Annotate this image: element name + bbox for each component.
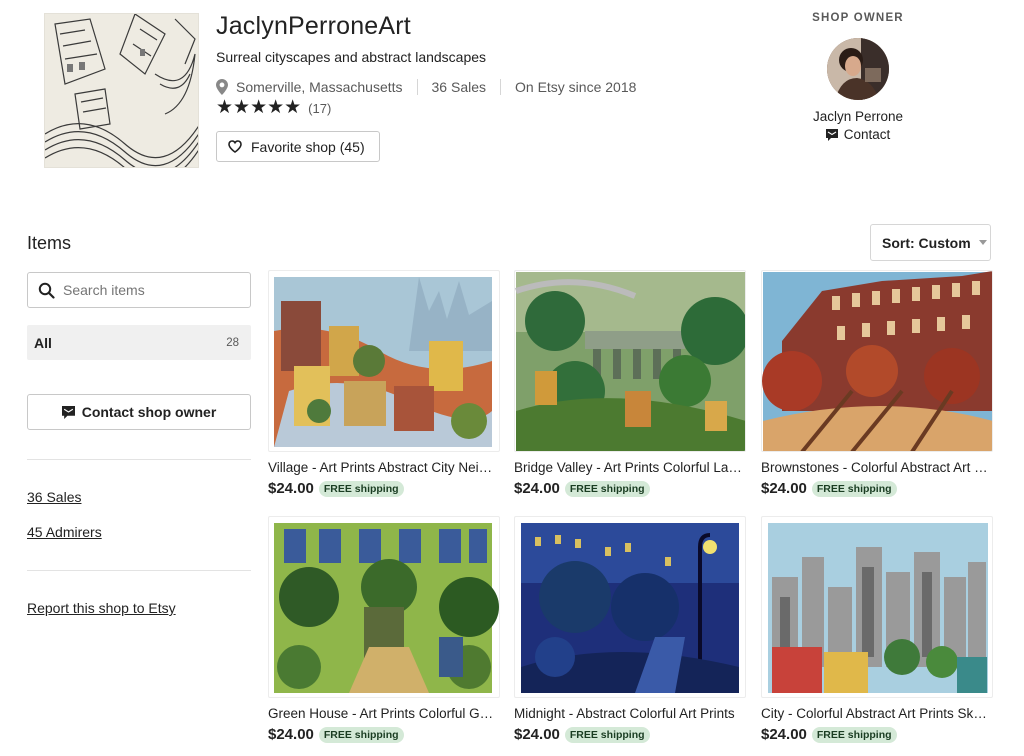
heart-icon [228,140,242,153]
search-icon [38,282,55,299]
shop-owner-label: SHOP OWNER [812,12,904,24]
listing-price-row: $24.00 FREE shipping [268,480,500,497]
shop-name: JaclynPerroneArt [216,12,411,40]
free-shipping-badge: FREE shipping [564,726,650,743]
shop-since: On Etsy since 2018 [515,79,637,95]
listing-title[interactable]: Midnight - Abstract Colorful Art Prints [514,706,742,721]
message-icon [825,128,838,141]
listing-price: $24.00 [514,480,560,497]
owner-name[interactable]: Jaclyn Perrone [780,109,936,124]
shop-sales-count[interactable]: 36 Sales [432,79,486,95]
shop-logo[interactable] [44,13,199,168]
map-pin-icon [216,79,228,95]
category-all[interactable]: All 28 [27,325,251,360]
owner-contact-label: Contact [843,127,891,142]
listing-image[interactable] [514,270,746,452]
listing-price-row: $24.00 FREE shipping [761,726,993,743]
meta-divider [500,79,501,95]
shop-rating[interactable]: ★★★★★ (17) [216,98,331,118]
free-shipping-badge: FREE shipping [564,480,650,497]
sort-label: Sort: Custom [882,234,971,251]
category-all-count: 28 [226,336,239,349]
listing-price-row: $24.00 FREE shipping [761,480,993,497]
items-heading: Items [27,233,72,253]
midnight-artwork-icon [521,523,739,693]
contact-shop-owner-label: Contact shop owner [81,404,217,420]
listing-title[interactable]: Green House - Art Prints Colorful Garden [268,706,496,721]
listing-image[interactable] [514,516,746,698]
sidebar-divider [27,570,251,571]
listing-title[interactable]: Bridge Valley - Art Prints Colorful Land… [514,460,742,475]
listing-image[interactable] [268,516,500,698]
shop-tagline: Surreal cityscapes and abstract landscap… [216,49,487,65]
favorite-shop-button[interactable]: Favorite shop (45) [216,131,380,162]
listing-card[interactable]: Green House - Art Prints Colorful Garden… [268,516,500,743]
listing-price: $24.00 [761,480,807,497]
shop-location: Somerville, Massachusetts [236,79,403,95]
owner-contact-link[interactable]: Contact [780,127,936,142]
category-all-label: All [34,334,52,351]
meta-divider [416,79,418,95]
village-artwork-icon [274,277,492,447]
admirers-link[interactable]: 45 Admirers [27,524,102,540]
bridge-valley-artwork-icon [515,272,745,451]
shop-header: JaclynPerroneArt Surreal cityscapes and … [0,0,1024,200]
shop-logo-artwork-icon [45,14,198,167]
search-items-input[interactable] [63,282,233,298]
listing-price: $24.00 [268,726,314,743]
listing-card[interactable]: Bridge Valley - Art Prints Colorful Land… [514,270,746,497]
sidebar-divider [27,459,251,460]
listing-price-row: $24.00 FREE shipping [268,726,500,743]
listing-price-row: $24.00 FREE shipping [514,480,746,497]
shop-meta: Somerville, Massachusetts 36 Sales On Et… [216,78,636,96]
green-house-artwork-icon [274,523,499,693]
sales-link[interactable]: 36 Sales [27,489,81,505]
report-shop-link[interactable]: Report this shop to Etsy [27,600,176,616]
listing-card[interactable]: Village - Art Prints Abstract City Neigh… [268,270,500,497]
search-items-field[interactable] [27,272,251,308]
listing-card[interactable]: City - Colorful Abstract Art Prints Skyl… [761,516,993,743]
owner-avatar[interactable] [827,38,889,100]
free-shipping-badge: FREE shipping [318,480,404,497]
rating-stars-icon: ★★★★★ [216,97,302,118]
listing-image[interactable] [761,516,993,698]
listing-price: $24.00 [761,726,807,743]
listing-title[interactable]: Village - Art Prints Abstract City Neigh… [268,460,496,475]
free-shipping-badge: FREE shipping [318,726,404,743]
city-artwork-icon [768,523,988,693]
listing-card[interactable]: Midnight - Abstract Colorful Art Prints … [514,516,746,743]
listing-title[interactable]: Brownstones - Colorful Abstract Art Prin… [761,460,989,475]
listing-image[interactable] [761,270,993,452]
listing-price: $24.00 [514,726,560,743]
rating-count: (17) [308,100,332,116]
listing-image[interactable] [268,270,500,452]
listing-card[interactable]: Brownstones - Colorful Abstract Art Prin… [761,270,993,497]
free-shipping-badge: FREE shipping [811,480,897,497]
sort-dropdown[interactable]: Sort: Custom [870,224,991,261]
brownstones-artwork-icon [762,271,992,451]
caret-down-icon [978,240,987,245]
owner-photo-icon [827,38,889,100]
listing-price: $24.00 [268,480,314,497]
shop-owner-panel: SHOP OWNER Jaclyn Perrone Contact [780,12,936,142]
contact-shop-owner-button[interactable]: Contact shop owner [27,394,251,430]
favorite-shop-label: Favorite shop (45) [251,138,365,155]
message-icon [61,405,75,419]
listing-price-row: $24.00 FREE shipping [514,726,746,743]
free-shipping-badge: FREE shipping [811,726,897,743]
listing-title[interactable]: City - Colorful Abstract Art Prints Skyl… [761,706,989,721]
